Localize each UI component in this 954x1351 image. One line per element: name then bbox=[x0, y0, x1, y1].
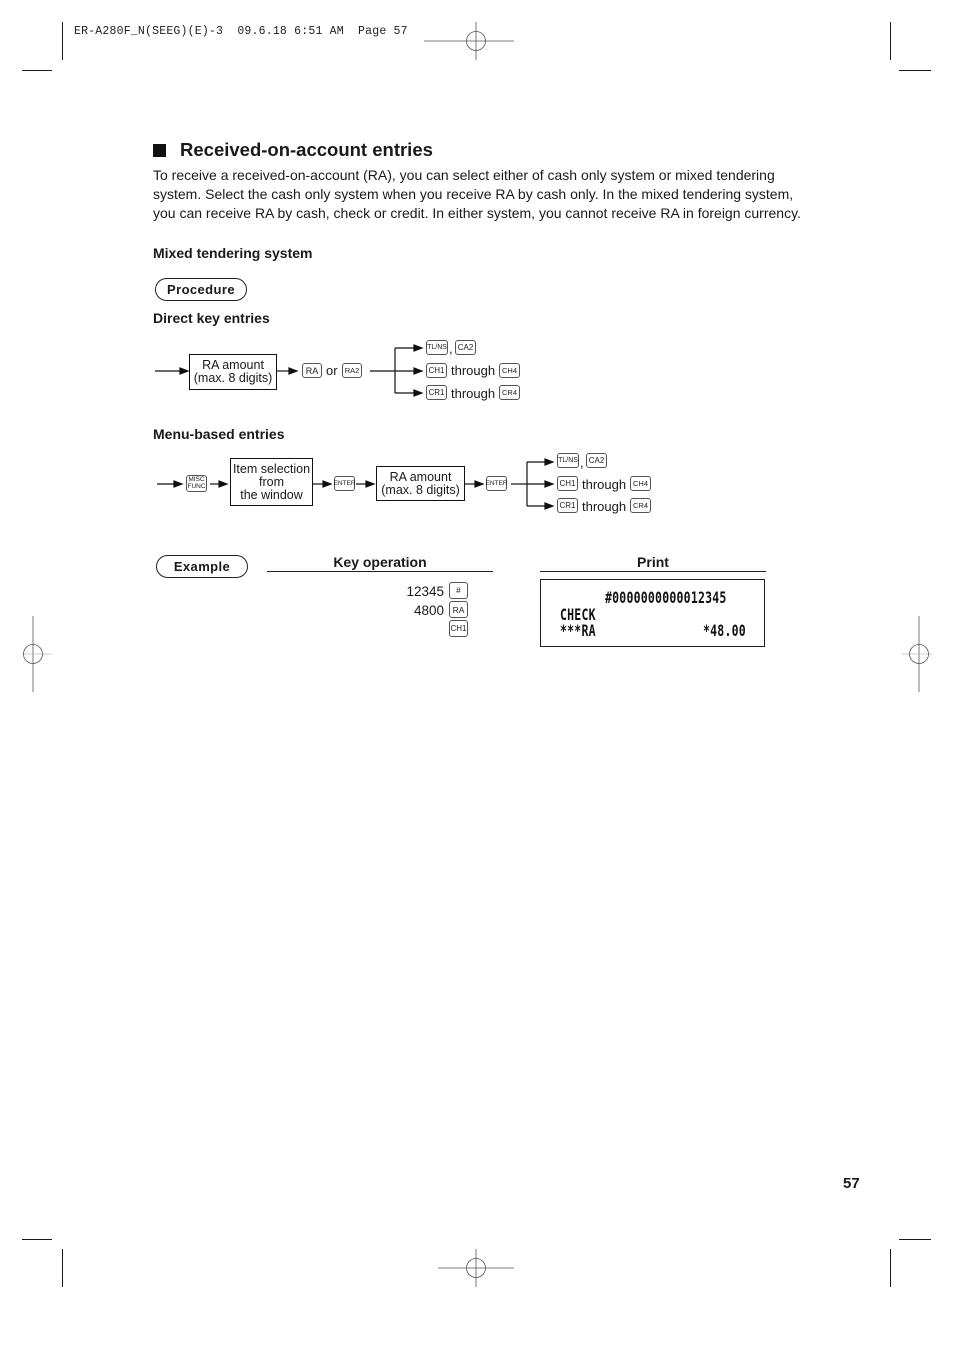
print-heading: Print bbox=[637, 554, 669, 570]
registration-target-top bbox=[424, 22, 514, 60]
key-ca2: CA2 bbox=[455, 340, 476, 355]
key-tlns: TL/NS bbox=[557, 453, 579, 468]
key-misc-func: MISC FUNC bbox=[186, 475, 207, 492]
box-line: (max. 8 digits) bbox=[381, 482, 460, 497]
section-title-text: Received-on-account entries bbox=[180, 139, 433, 160]
key-line: FUNC bbox=[187, 482, 206, 490]
intro-line: you can receive RA by cash, check or cre… bbox=[153, 205, 801, 222]
through-label: through bbox=[582, 499, 627, 514]
through-label: through bbox=[582, 477, 627, 492]
ra-amount-box: RA amount (max. 8 digits) bbox=[189, 354, 277, 390]
or-label: or bbox=[326, 363, 338, 378]
menu-based-heading: Menu-based entries bbox=[153, 426, 285, 442]
key-hash: # bbox=[449, 582, 468, 599]
example-label: Example bbox=[156, 555, 248, 578]
key-ch4: CH4 bbox=[630, 476, 651, 491]
box-line: the window bbox=[240, 487, 303, 502]
item-selection-box: Item selection from the window bbox=[230, 458, 313, 506]
ra-amount-box: RA amount (max. 8 digits) bbox=[376, 466, 465, 501]
intro-line: system. Select the cash only system when… bbox=[153, 186, 794, 203]
box-line: (max. 8 digits) bbox=[193, 371, 273, 385]
key-operation-rule bbox=[267, 571, 493, 573]
print-slug: ER-A280F_N(SEEG)(E)-3 09.6.18 6:51 AM Pa… bbox=[74, 25, 408, 38]
step-value: 12345 bbox=[406, 584, 444, 599]
through-label: through bbox=[451, 363, 496, 378]
receipt-line-ra-amount: *48.00 bbox=[703, 621, 746, 640]
print-rule bbox=[540, 571, 766, 573]
key-tlns: TL/NS bbox=[426, 340, 448, 355]
receipt-line-ra-label: ***RA bbox=[560, 621, 596, 640]
key-operation-heading: Key operation bbox=[333, 554, 427, 570]
key-cr1: CR1 bbox=[426, 385, 447, 400]
key-ch1: CH1 bbox=[449, 620, 468, 637]
intro-paragraph: To receive a received-on-account (RA), y… bbox=[153, 166, 843, 224]
key-ca2: CA2 bbox=[586, 453, 607, 468]
section-title: Received-on-account entries bbox=[153, 139, 433, 161]
box-line: RA amount bbox=[389, 469, 452, 484]
separator: , bbox=[449, 341, 453, 356]
key-cr4: CR4 bbox=[630, 498, 651, 513]
step-value: 4800 bbox=[413, 603, 444, 618]
key-ch1: CH1 bbox=[426, 363, 447, 378]
key-enter: ENTER bbox=[333, 476, 356, 491]
registration-target-bottom bbox=[438, 1249, 514, 1287]
receipt-print: #0000000000012345 CHECK ***RA *48.00 bbox=[540, 579, 765, 647]
direct-key-heading: Direct key entries bbox=[153, 310, 270, 326]
mixed-tendering-heading: Mixed tendering system bbox=[153, 245, 313, 261]
page-number: 57 bbox=[843, 1175, 860, 1192]
receipt-line-consecutive: #0000000000012345 bbox=[605, 588, 727, 607]
key-ra: RA bbox=[449, 601, 468, 618]
key-ch1: CH1 bbox=[557, 476, 578, 491]
box-line: from bbox=[259, 474, 284, 489]
key-ch4: CH4 bbox=[499, 363, 520, 378]
key-ra: RA bbox=[302, 363, 322, 378]
registration-target-left bbox=[22, 616, 52, 692]
procedure-label: Procedure bbox=[155, 278, 247, 301]
key-cr4: CR4 bbox=[499, 385, 520, 400]
separator: , bbox=[580, 455, 584, 470]
key-cr1: CR1 bbox=[557, 498, 578, 513]
intro-line: To receive a received-on-account (RA), y… bbox=[153, 167, 775, 183]
key-ra2: RA2 bbox=[342, 363, 362, 378]
box-line: Item selection bbox=[232, 461, 311, 476]
through-label: through bbox=[451, 386, 496, 401]
registration-target-right bbox=[902, 616, 932, 692]
key-enter: ENTER bbox=[485, 476, 508, 491]
square-bullet-icon bbox=[153, 143, 166, 157]
